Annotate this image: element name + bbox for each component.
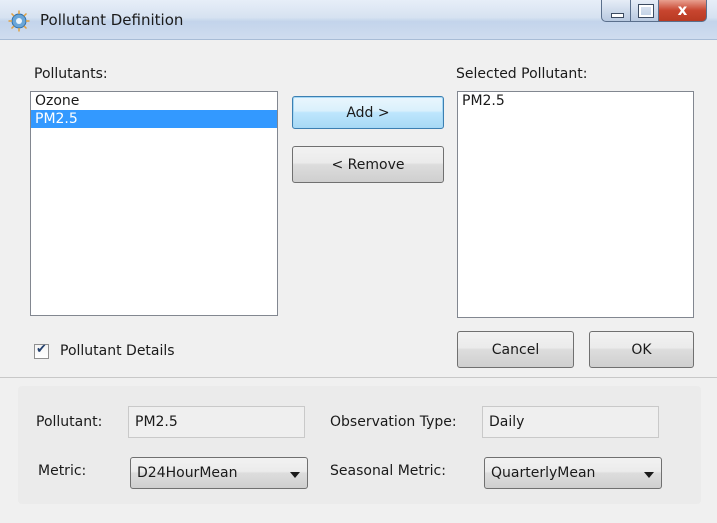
observation-type-label: Observation Type: — [330, 414, 457, 430]
ok-button[interactable]: OK — [589, 331, 694, 368]
maximize-button[interactable] — [631, 0, 659, 22]
window-title: Pollutant Definition — [40, 11, 184, 29]
pollutant-definition-window: Pollutant Definition x Pollutants: Ozone… — [0, 0, 717, 523]
window-controls: x — [601, 0, 707, 25]
list-item[interactable]: PM2.5 — [458, 92, 693, 110]
selected-pollutant-label: Selected Pollutant: — [456, 66, 588, 82]
minimize-button[interactable] — [601, 0, 631, 22]
metric-dropdown[interactable]: D24HourMean — [130, 457, 308, 489]
metric-value: D24HourMean — [137, 465, 238, 481]
title-bar[interactable]: Pollutant Definition x — [0, 0, 717, 40]
chevron-down-icon — [290, 472, 300, 478]
close-icon: x — [677, 1, 688, 19]
chevron-down-icon — [644, 472, 654, 478]
seasonal-metric-dropdown[interactable]: QuarterlyMean — [484, 457, 662, 489]
pollutant-details-checkbox[interactable] — [34, 342, 49, 359]
seasonal-metric-value: QuarterlyMean — [491, 465, 596, 481]
separator — [0, 377, 717, 378]
pollutant-field-label: Pollutant: — [36, 414, 103, 430]
pollutant-field: PM2.5 — [128, 406, 305, 438]
list-item[interactable]: Ozone — [31, 92, 277, 110]
add-button[interactable]: Add > — [292, 96, 444, 129]
list-item[interactable]: PM2.5 — [31, 110, 277, 128]
pollutant-details-label[interactable]: Pollutant Details — [60, 343, 175, 359]
cancel-button[interactable]: Cancel — [457, 331, 574, 368]
remove-button[interactable]: < Remove — [292, 146, 444, 183]
observation-type-field: Daily — [482, 406, 659, 438]
selected-pollutant-listbox[interactable]: PM2.5 — [457, 91, 694, 318]
close-button[interactable]: x — [659, 0, 707, 22]
pollutants-listbox[interactable]: Ozone PM2.5 — [30, 91, 278, 316]
seasonal-metric-label: Seasonal Metric: — [330, 463, 446, 479]
pollutants-label: Pollutants: — [34, 66, 108, 82]
metric-label: Metric: — [38, 463, 87, 479]
globe-app-icon — [8, 10, 30, 32]
